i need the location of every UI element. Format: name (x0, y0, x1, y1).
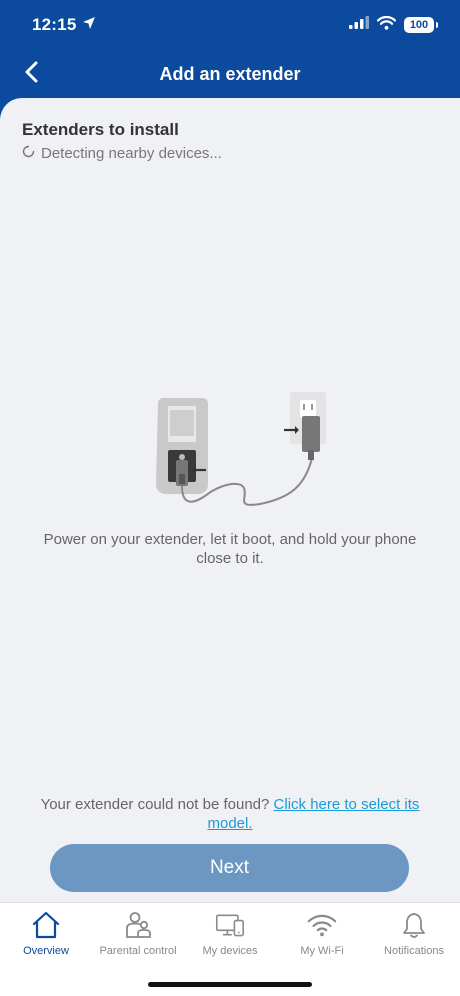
chevron-left-icon (24, 61, 40, 88)
home-indicator[interactable] (148, 982, 312, 987)
tab-my-wifi[interactable]: My Wi-Fi (276, 903, 368, 965)
not-found-text: Your extender could not be found? (40, 796, 270, 813)
detecting-text: Detecting nearby devices... (41, 145, 222, 162)
tab-label-parental-control: Parental control (99, 945, 177, 957)
family-icon (123, 910, 153, 940)
back-button[interactable] (16, 58, 48, 90)
tab-parental-control[interactable]: Parental control (92, 903, 184, 965)
detecting-status: Detecting nearby devices... (22, 145, 222, 162)
cellular-signal-icon (349, 16, 369, 34)
status-bar: 12:15 100 (0, 0, 460, 50)
tab-bar: Overview Parental control My devices My … (0, 902, 460, 996)
extender-plug-illustration (150, 388, 330, 518)
devices-icon (215, 910, 245, 940)
status-time-group: 12:15 (32, 15, 96, 35)
status-time: 12:15 (32, 15, 77, 34)
battery-icon: 100 (404, 17, 438, 33)
main-content: Extenders to install Detecting nearby de… (0, 98, 460, 902)
location-arrow-icon (82, 16, 96, 35)
tab-notifications[interactable]: Notifications (368, 903, 460, 965)
next-button[interactable]: Next (50, 844, 409, 892)
tab-label-notifications: Notifications (384, 945, 444, 957)
not-found-message: Your extender could not be found? Click … (20, 795, 440, 833)
tab-overview[interactable]: Overview (0, 903, 92, 965)
wifi-icon (307, 910, 337, 940)
tab-my-devices[interactable]: My devices (184, 903, 276, 965)
bell-icon (399, 910, 429, 940)
wifi-icon (376, 15, 397, 35)
page-title: Add an extender (159, 63, 301, 84)
tab-label-my-wifi: My Wi-Fi (300, 945, 344, 957)
tab-label-my-devices: My devices (202, 945, 258, 957)
tab-label-overview: Overview (23, 945, 69, 957)
section-title: Extenders to install (22, 120, 179, 139)
add-extender-screen: 12:15 100 Add an extender Extenders to i… (0, 0, 460, 996)
loading-spinner-icon (22, 145, 35, 162)
home-icon (31, 910, 61, 940)
header: Add an extender (0, 50, 460, 98)
status-icons: 100 (349, 15, 438, 35)
instructions-text: Power on your extender, let it boot, and… (43, 531, 417, 567)
